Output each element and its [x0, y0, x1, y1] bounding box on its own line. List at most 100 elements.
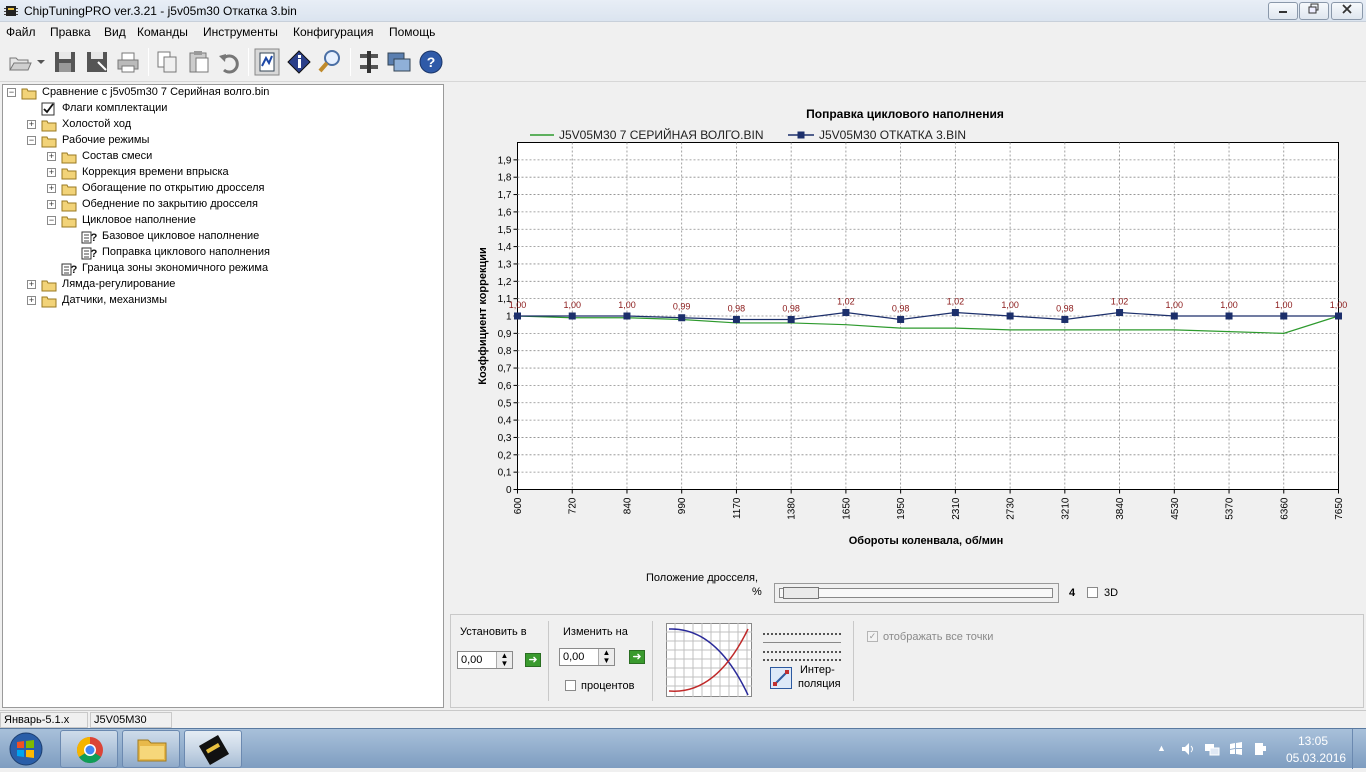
volume-icon[interactable] [1180, 741, 1196, 757]
interp-slider-4[interactable] [763, 655, 841, 661]
tree-item[interactable]: + Лямда-регулирование [3, 277, 443, 292]
folder-icon [61, 184, 77, 196]
print-icon[interactable] [115, 48, 141, 76]
collapse-icon[interactable]: − [27, 136, 36, 145]
restore-button[interactable] [1299, 2, 1329, 20]
tree-item[interactable]: + Состав смеси [3, 149, 443, 164]
minimize-icon [1279, 11, 1287, 13]
window-title: ChipTuningPRO ver.3.21 - j5v05m30 Откатк… [24, 4, 297, 18]
close-button[interactable] [1331, 2, 1363, 20]
restore-icon [1308, 3, 1319, 14]
change-value-input[interactable]: 0,00 ▲ ▼ [559, 648, 615, 666]
taskbar-chrome[interactable] [60, 730, 118, 768]
3d-checkbox[interactable] [1087, 587, 1098, 598]
folder-icon [41, 296, 57, 308]
menu-view[interactable]: Вид [104, 25, 126, 39]
minimize-button[interactable] [1268, 2, 1298, 20]
expand-icon[interactable]: + [47, 184, 56, 193]
data-point [787, 315, 795, 323]
collapse-icon[interactable]: − [47, 216, 56, 225]
settings-icon[interactable] [356, 48, 382, 76]
clock-time[interactable]: 13:05 [1298, 734, 1328, 748]
tree-item[interactable]: − Цикловое наполнение [3, 213, 443, 228]
data-label: 1,02 [947, 297, 965, 307]
interp-slider-2[interactable] [763, 639, 841, 643]
set-value-input[interactable]: 0,00 ▲ ▼ [457, 651, 513, 669]
y-tick-label: 1,4 [498, 242, 512, 253]
tree-item[interactable]: − Сравнение с j5v05m30 7 Серийная волго.b… [3, 85, 443, 100]
tree-item[interactable]: ? Поправка циклового наполнения [3, 245, 443, 260]
expand-icon[interactable]: + [47, 200, 56, 209]
tree-item-label: Лямда-регулирование [62, 278, 176, 290]
tree-item[interactable]: + Обогащение по открытию дросселя [3, 181, 443, 196]
save-as-icon[interactable] [84, 48, 110, 76]
interp-slider-3[interactable] [763, 647, 841, 653]
clock-date[interactable]: 05.03.2016 [1286, 751, 1346, 765]
collapse-icon[interactable]: − [7, 88, 16, 97]
undo-icon[interactable] [216, 48, 242, 76]
change-value-text: 0,00 [563, 651, 585, 663]
network-icon[interactable] [386, 48, 412, 76]
info-icon[interactable] [286, 48, 312, 76]
set-value-label: Установить в [460, 626, 527, 638]
menu-help[interactable]: Помощь [389, 25, 435, 39]
x-tick-label: 1380 [787, 497, 798, 520]
search-icon[interactable] [317, 48, 343, 76]
tree-item[interactable]: + Датчики, механизмы [3, 293, 443, 308]
flag-tray-icon[interactable] [1228, 741, 1244, 757]
copy-icon[interactable] [154, 48, 180, 76]
tree-view[interactable]: − Сравнение с j5v05m30 7 Серийная волго.b… [2, 84, 444, 708]
data-label: 1,02 [1111, 297, 1129, 307]
menu-tools[interactable]: Инструменты [203, 25, 278, 39]
paste-icon[interactable] [186, 48, 212, 76]
taskbar-chiptuning[interactable] [184, 730, 242, 768]
taskbar-explorer[interactable] [122, 730, 180, 768]
tree-item[interactable]: ? Базовое цикловое наполнение [3, 229, 443, 244]
tree-item[interactable]: + Обеднение по закрытию дросселя [3, 197, 443, 212]
apply-set-button[interactable]: ➜ [525, 653, 541, 667]
throttle-slider[interactable] [774, 583, 1059, 603]
tree-item[interactable]: Флаги комплектации [3, 101, 443, 116]
throttle-slider-thumb[interactable] [783, 587, 819, 599]
toolbar: ? [0, 42, 1366, 82]
data-point [1061, 315, 1069, 323]
interp-slider-1[interactable] [763, 627, 841, 635]
menu-commands[interactable]: Команды [137, 25, 188, 39]
tree-item[interactable]: ? Граница зоны экономичного режима [3, 261, 443, 276]
apply-change-button[interactable]: ➜ [629, 650, 645, 664]
save-icon[interactable] [52, 48, 78, 76]
menu-edit[interactable]: Правка [50, 25, 91, 39]
show-all-points-checkbox[interactable]: ✓ [867, 631, 878, 642]
network-tray-icon[interactable] [1204, 741, 1220, 757]
map-view-icon[interactable] [254, 48, 280, 76]
expand-icon[interactable]: + [27, 296, 36, 305]
y-tick-label: 1 [506, 312, 512, 323]
menu-configuration[interactable]: Конфигурация [293, 25, 374, 39]
expand-icon[interactable]: + [47, 168, 56, 177]
tree-item[interactable]: + Холостой ход [3, 117, 443, 132]
menu-file[interactable]: Файл [6, 25, 36, 39]
x-tick-label: 3210 [1060, 497, 1071, 520]
expand-icon[interactable]: + [27, 120, 36, 129]
tree-item[interactable]: + Коррекция времени впрыска [3, 165, 443, 180]
expand-icon[interactable]: + [27, 280, 36, 289]
y-tick-label: 0,3 [498, 433, 512, 444]
open-dropdown-icon[interactable] [36, 58, 46, 66]
tree-item[interactable]: − Рабочие режимы [3, 133, 443, 148]
interpolation-button[interactable] [770, 667, 792, 689]
percent-checkbox[interactable] [565, 680, 576, 691]
curve-preview[interactable] [666, 623, 752, 697]
folder-icon [61, 216, 77, 228]
change-value-spinner[interactable]: ▲ ▼ [598, 649, 614, 665]
set-value-spinner[interactable]: ▲ ▼ [496, 652, 512, 668]
expand-icon[interactable]: + [47, 152, 56, 161]
y-axis-label: Коэффициент коррекции [477, 247, 489, 385]
edit-panel: Установить в 0,00 ▲ ▼ ➜ Изменить на 0,00 … [450, 614, 1364, 708]
data-point [623, 312, 631, 320]
open-icon[interactable] [6, 48, 32, 76]
help-icon[interactable]: ? [418, 48, 444, 76]
tray-expand-icon[interactable]: ▲ [1157, 743, 1166, 753]
power-tray-icon[interactable] [1252, 741, 1268, 757]
start-button[interactable] [4, 731, 48, 767]
show-desktop-button[interactable] [1352, 729, 1366, 769]
